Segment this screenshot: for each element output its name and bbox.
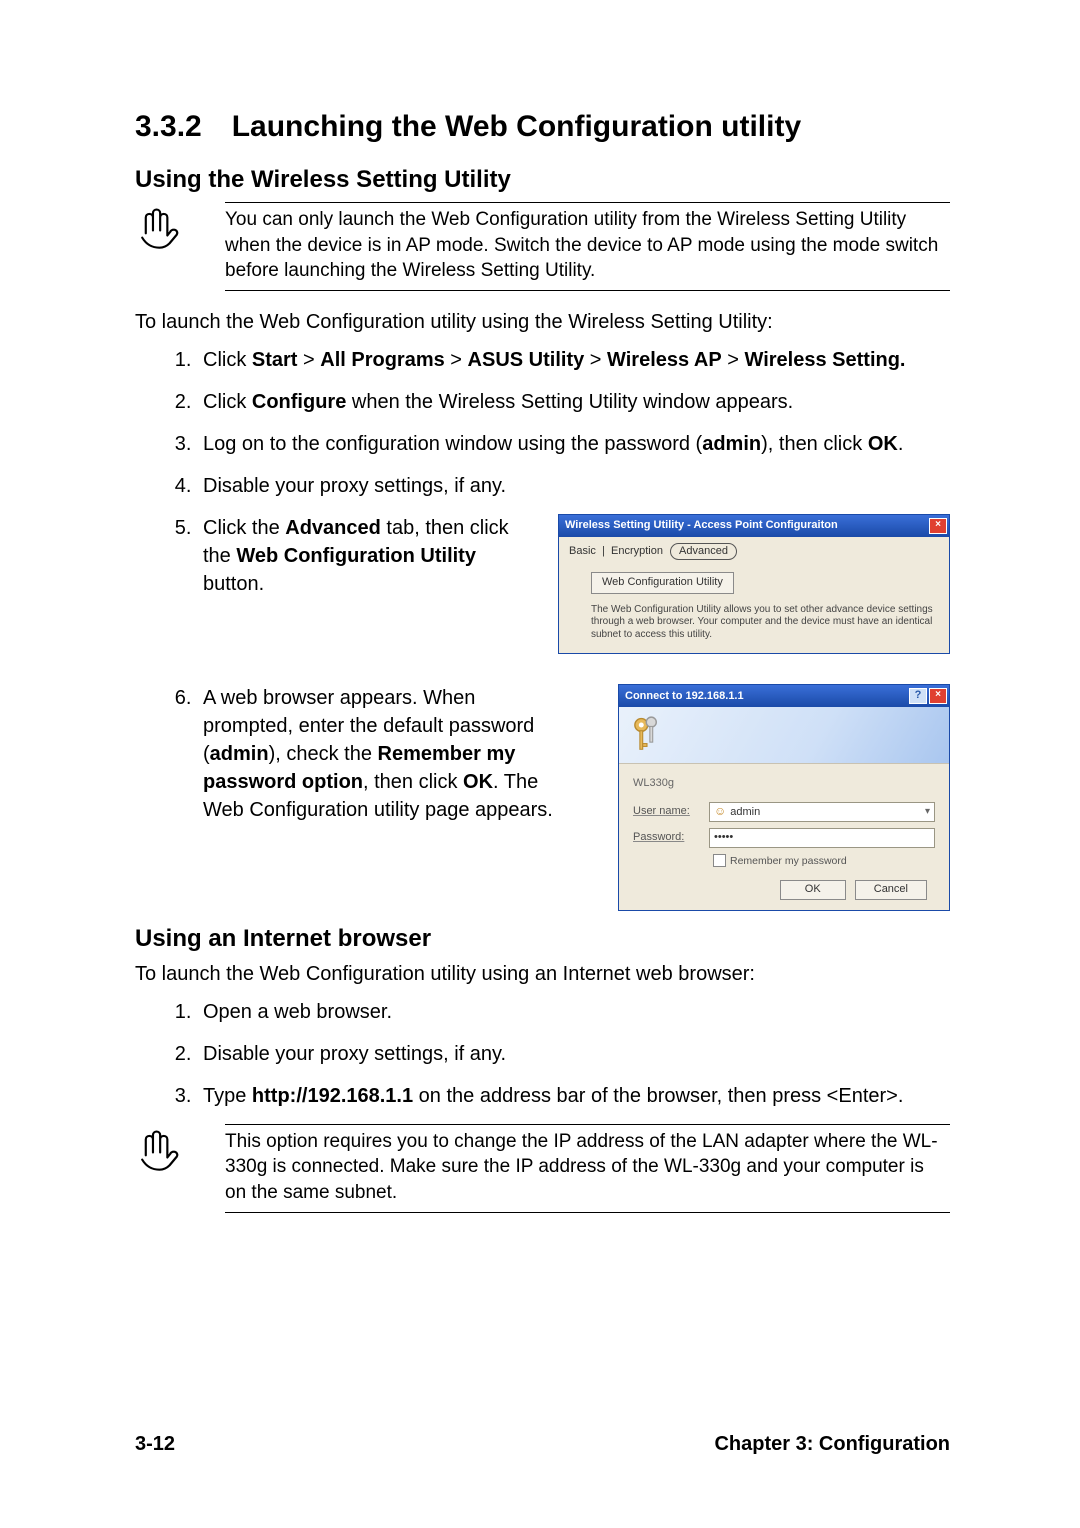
username-label: User name: — [633, 804, 709, 819]
tab-advanced[interactable]: Advanced — [670, 543, 737, 560]
note-text-2: This option requires you to change the I… — [225, 1125, 950, 1212]
step-a2: Click Configure when the Wireless Settin… — [197, 388, 950, 416]
dialog1-title: Wireless Setting Utility - Access Point … — [565, 518, 838, 533]
step-a1: Click Start > All Programs > ASUS Utilit… — [197, 346, 950, 374]
step-a4: Disable your proxy settings, if any. — [197, 472, 950, 500]
tab-basic[interactable]: Basic — [569, 545, 596, 557]
note-hand-icon — [135, 202, 225, 257]
subheading-internet-browser: Using an Internet browser — [135, 925, 950, 953]
username-field[interactable]: ☺admin ▾ — [709, 802, 935, 822]
step-b2: Disable your proxy settings, if any. — [197, 1040, 950, 1068]
note-text-1: You can only launch the Web Configuratio… — [225, 203, 950, 290]
step-b3: Type http://192.168.1.1 on the address b… — [197, 1082, 950, 1110]
auth-dialog: Connect to 192.168.1.1 ? × — [618, 684, 950, 910]
page-number: 3-12 — [135, 1433, 175, 1456]
remember-label: Remember my password — [730, 854, 847, 869]
web-config-utility-button[interactable]: Web Configuration Utility — [591, 572, 734, 593]
intro-text-2: To launch the Web Configuration utility … — [135, 961, 950, 988]
steps-list-b: Open a web browser. Disable your proxy s… — [135, 998, 950, 1110]
cancel-button[interactable]: Cancel — [855, 880, 927, 899]
step-a6: A web browser appears. When prompted, en… — [197, 684, 950, 910]
auth-title: Connect to 192.168.1.1 — [625, 689, 744, 704]
note-block-2: This option requires you to change the I… — [135, 1124, 950, 1213]
help-icon[interactable]: ? — [909, 688, 927, 704]
close-icon[interactable]: × — [929, 518, 947, 534]
chapter-label: Chapter 3: Configuration — [714, 1433, 950, 1456]
steps-list-a: Click Start > All Programs > ASUS Utilit… — [135, 346, 950, 911]
auth-realm: WL330g — [633, 776, 935, 791]
password-label: Password: — [633, 830, 709, 845]
password-field[interactable]: ••••• — [709, 828, 935, 848]
dialog1-tabs: Basic | Encryption Advanced — [569, 543, 939, 560]
note-block-1: You can only launch the Web Configuratio… — [135, 202, 950, 291]
tab-encryption[interactable]: Encryption — [611, 545, 663, 557]
intro-text-1: To launch the Web Configuration utility … — [135, 309, 950, 336]
manual-page: 3.3.2 Launching the Web Configuration ut… — [0, 0, 1080, 1528]
step-a5: Click the Advanced tab, then click the W… — [197, 514, 950, 654]
page-footer: 3-12 Chapter 3: Configuration — [135, 1433, 950, 1456]
step-b1: Open a web browser. — [197, 998, 950, 1026]
subheading-wireless-utility: Using the Wireless Setting Utility — [135, 166, 950, 194]
ok-button[interactable]: OK — [780, 880, 846, 899]
section-heading: 3.3.2 Launching the Web Configuration ut… — [135, 110, 950, 144]
dialog1-description: The Web Configuration Utility allows you… — [591, 604, 939, 642]
remember-checkbox[interactable] — [713, 854, 726, 867]
note-hand-icon — [135, 1124, 225, 1179]
dropdown-icon[interactable]: ▾ — [925, 805, 930, 819]
keys-icon — [629, 715, 665, 755]
user-icon: ☺ — [714, 804, 726, 818]
step-a3: Log on to the configuration window using… — [197, 430, 950, 458]
close-icon[interactable]: × — [929, 688, 947, 704]
wireless-setting-dialog: Wireless Setting Utility - Access Point … — [558, 514, 950, 654]
